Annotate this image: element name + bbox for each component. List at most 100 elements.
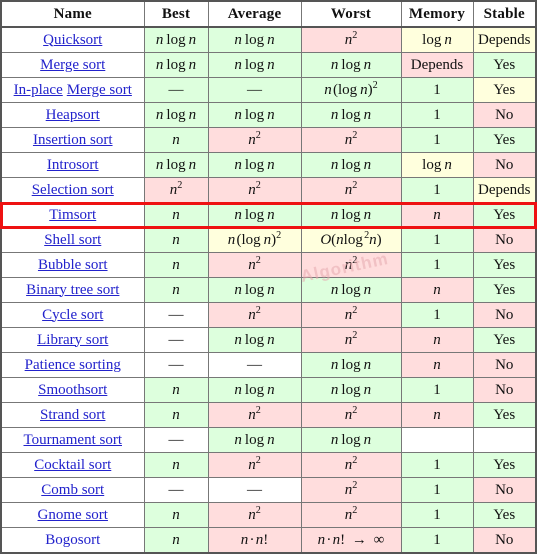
average-complexity-cell: n log n (207, 102, 302, 128)
algorithm-link[interactable]: Strand sort (40, 407, 105, 423)
best-complexity-cell: — (143, 77, 209, 103)
best-complexity-cell: n (143, 402, 209, 428)
stable-cell: Yes (472, 127, 537, 153)
worst-complexity-cell: n2 (300, 477, 402, 503)
algorithm-link[interactable]: Cycle sort (42, 307, 103, 323)
stable-cell: No (472, 352, 537, 378)
table-row: Cycle sort — n2 n2 1 No (0, 302, 537, 328)
algorithm-name-cell: Shell sort (0, 227, 145, 253)
table-row: Timsort n n log nn log n n Yes (0, 202, 537, 228)
column-header-memory[interactable]: Memory (400, 0, 474, 28)
average-complexity-cell: n2 (207, 452, 302, 478)
memory-cell (400, 427, 474, 453)
memory-cell: 1 (400, 227, 474, 253)
sorting-algorithms-comparison-table: Name Best Average Worst Memory Stable Qu… (0, 0, 537, 554)
algorithm-link[interactable]: Selection sort (32, 182, 114, 198)
memory-cell: 1 (400, 452, 474, 478)
algorithm-link[interactable]: Smoothsort (38, 382, 107, 398)
algorithm-name-cell: Cocktail sort (0, 452, 145, 478)
algorithm-link[interactable]: Binary tree sort (26, 282, 119, 298)
stable-cell: No (472, 102, 537, 128)
best-complexity-cell: — (143, 302, 209, 328)
best-complexity-cell: n (143, 252, 209, 278)
best-complexity-cell: — (143, 352, 209, 378)
stable-cell: Yes (472, 277, 537, 303)
stable-cell: Depends (472, 177, 537, 203)
algorithm-link[interactable]: Introsort (47, 157, 99, 173)
worst-complexity-cell: O(nlog 2n) (300, 227, 402, 253)
best-complexity-cell: n2 (143, 177, 209, 203)
worst-complexity-cell: n log n (300, 427, 402, 453)
algorithm-name-cell: Insertion sort (0, 127, 145, 153)
memory-cell: n (400, 327, 474, 353)
algorithm-link[interactable]: Bubble sort (38, 257, 108, 273)
column-header-average[interactable]: Average (207, 0, 302, 28)
algorithm-link[interactable]: Library sort (37, 332, 108, 348)
table-row: Shell sort n n (log n)2 O(nlog 2n) 1 No (0, 227, 537, 253)
algorithm-link[interactable]: Quicksort (43, 32, 102, 48)
worst-complexity-cell: n (log n)2 (300, 77, 402, 103)
worst-complexity-cell: n log n (300, 152, 402, 178)
table-row: In-place Merge sort — — n (log n)2 1 Yes (0, 77, 537, 103)
algorithm-link[interactable]: Timsort (49, 207, 96, 223)
best-complexity-cell: n (143, 227, 209, 253)
algorithm-name-cell: Quicksort (0, 26, 145, 53)
column-header-worst[interactable]: Worst (300, 0, 402, 28)
algorithm-name-cell: Gnome sort (0, 502, 145, 528)
table-row: Selection sort n2 n2 n2 1 Depends (0, 177, 537, 203)
algorithm-name-cell: Bubble sort (0, 252, 145, 278)
average-complexity-cell: n2 (207, 127, 302, 153)
algorithm-link[interactable]: Patience sorting (25, 357, 121, 373)
algorithm-link[interactable]: Gnome sort (38, 507, 108, 523)
table-row: Bogosort n n · n! n · n! → ∞ 1 No (0, 527, 537, 554)
table-header-row: Name Best Average Worst Memory Stable (0, 0, 537, 28)
worst-complexity-cell: n2 (300, 177, 402, 203)
algorithm-link[interactable]: Comb sort (41, 482, 104, 498)
memory-cell: 1 (400, 502, 474, 528)
algorithm-link[interactable]: In-place (14, 82, 63, 98)
best-complexity-cell: n log n (143, 52, 209, 78)
worst-complexity-cell: n2 (300, 252, 402, 278)
stable-cell: Yes (472, 402, 537, 428)
worst-complexity-cell: n log n (300, 102, 402, 128)
average-complexity-cell: n log n (207, 427, 302, 453)
stable-cell: No (472, 377, 537, 403)
algorithm-name-cell: Cycle sort (0, 302, 145, 328)
algorithm-link: Bogosort (45, 531, 101, 548)
worst-complexity-cell: n2 (300, 452, 402, 478)
memory-cell: 1 (400, 377, 474, 403)
memory-cell: log n (400, 26, 474, 53)
average-complexity-cell: — (207, 477, 302, 503)
algorithm-link[interactable]: Cocktail sort (34, 457, 111, 473)
table-row: Smoothsort n n log nn log n 1 No (0, 377, 537, 403)
algorithm-link[interactable]: Shell sort (44, 232, 101, 248)
algorithm-link[interactable]: Heapsort (46, 107, 100, 123)
best-complexity-cell: n (143, 202, 209, 228)
algorithm-link[interactable]: Insertion sort (33, 132, 113, 148)
best-complexity-cell: n (143, 452, 209, 478)
algorithm-link[interactable]: Merge sort (67, 82, 132, 98)
worst-complexity-cell: n2 (300, 402, 402, 428)
algorithm-link[interactable]: Tournament sort (23, 432, 122, 448)
algorithm-name-cell: Smoothsort (0, 377, 145, 403)
table-row: Strand sort n n2 n2 n Yes (0, 402, 537, 428)
column-header-stable[interactable]: Stable (472, 0, 537, 28)
stable-cell: Yes (472, 327, 537, 353)
table-row: Gnome sort n n2 n2 1 Yes (0, 502, 537, 528)
best-complexity-cell: n log n (143, 102, 209, 128)
column-header-name[interactable]: Name (0, 0, 145, 28)
average-complexity-cell: n log n (207, 327, 302, 353)
stable-cell: Depends (472, 26, 537, 53)
stable-cell: Yes (472, 252, 537, 278)
table-container: Algorithm Name Best Average Worst Memory… (0, 0, 537, 554)
average-complexity-cell: n log n (207, 377, 302, 403)
worst-complexity-cell: n log n (300, 202, 402, 228)
algorithm-name-cell: Selection sort (0, 177, 145, 203)
column-header-best[interactable]: Best (143, 0, 209, 28)
best-complexity-cell: n (143, 277, 209, 303)
best-complexity-cell: — (143, 477, 209, 503)
algorithm-link[interactable]: Merge sort (40, 57, 105, 73)
memory-cell: 1 (400, 527, 474, 554)
table-row: Patience sorting — — n log n n No (0, 352, 537, 378)
stable-cell: Yes (472, 52, 537, 78)
